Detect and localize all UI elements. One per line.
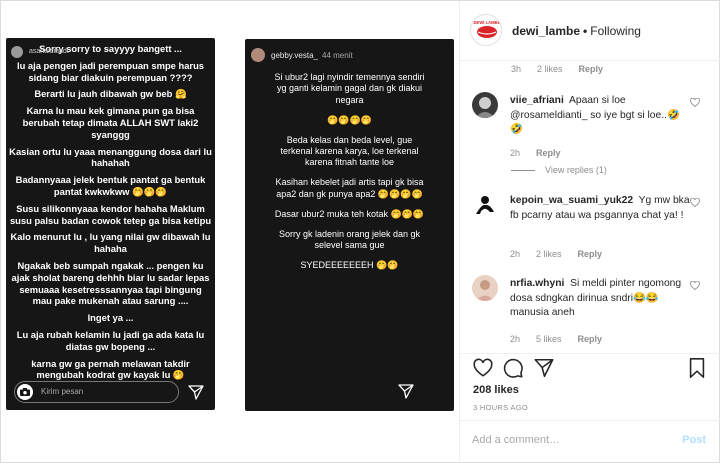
story-right-header: gebby.vesta_ 44 menit <box>251 47 448 65</box>
story-right-time: 44 menit <box>322 51 353 60</box>
post-comment-button[interactable]: Post <box>682 434 706 446</box>
post-owner-username[interactable]: dewi_lambe <box>512 24 580 38</box>
story-right-username-text: gebby.vesta_ <box>271 51 318 60</box>
reply-button[interactable]: Reply <box>578 334 603 344</box>
bookmark-icon[interactable] <box>688 357 706 379</box>
story-right-text: Si ubur2 lagi nyindir temennya sendiri y… <box>245 72 454 280</box>
reply-button[interactable]: Reply <box>578 249 603 259</box>
story-right-line: Dasar ubur2 muka teh kotak 🤭🤭🤭 <box>274 208 425 219</box>
view-replies-line <box>511 170 535 172</box>
story-left-line: Karna lu mau kek gimana pun ga bisa beru… <box>22 105 199 140</box>
story-reply-placeholder: Kirim pesan <box>41 387 84 396</box>
camera-icon <box>17 384 33 400</box>
story-right-username: gebby.vesta_ 44 menit <box>271 51 353 60</box>
story-left-line: Lu aja rubah kelamin lu jadi ga ada kata… <box>16 328 205 352</box>
reply-button[interactable]: Reply <box>579 64 604 74</box>
avatar-logo-text: DEWI LAMBE <box>474 20 501 25</box>
story-left-line: Kasian ortu lu yaaa menanggung dosa dari… <box>9 145 212 169</box>
story-left-text: Sorry sorry to sayyyy bangett ... lu aja… <box>6 43 215 386</box>
comment-username[interactable]: viie_afriani <box>510 95 564 106</box>
story-left-line: Kalo menurut lu , lu yang nilai gw dibaw… <box>10 231 211 255</box>
reply-button[interactable]: Reply <box>536 148 561 158</box>
story-right-line: Si ubur2 lagi nyindir temennya sendiri y… <box>274 72 425 105</box>
comment-item: viie_afriani Apaan si loe @rosameldianti… <box>472 92 712 182</box>
comment-icon[interactable] <box>502 357 524 379</box>
story-left-owner: asanaidiandt <box>11 43 71 63</box>
post-header: DEWI LAMBE dewi_lambe • Following <box>460 1 720 61</box>
profile-avatar[interactable]: DEWI LAMBE <box>470 14 502 46</box>
comment-body: kepoin_wa_suami_yuk22 Yg mw bka fb pcarn… <box>510 194 690 223</box>
comment-body: viie_afriani Apaan si loe @rosameldianti… <box>510 94 690 138</box>
comment-meta: 2h 2 likes Reply <box>510 249 618 259</box>
commenter-avatar[interactable] <box>472 275 498 301</box>
like-icon[interactable] <box>472 357 494 379</box>
story-left-line: karna gw ga pernah melawan takdir mengub… <box>31 357 190 381</box>
likes-count[interactable]: 208 likes <box>473 384 519 396</box>
story-left-line: lu aja pengen jadi perempuan smpe harus … <box>16 59 205 83</box>
comment-meta: 2h Reply <box>510 148 577 158</box>
post-time-ago: 3 HOURS AGO <box>473 403 528 412</box>
post-media: Sorry sorry to sayyyy bangett ... lu aja… <box>1 1 459 461</box>
commenter-avatar[interactable] <box>472 192 498 218</box>
header-separator: • <box>583 24 588 38</box>
view-replies[interactable]: View replies (1) <box>511 165 607 175</box>
comment-body: nrfia.whyni Si meldi pinter ngomong dosa… <box>510 277 690 321</box>
post-owner-line: dewi_lambe • Following <box>512 24 641 38</box>
story-reply-box: Kirim pesan <box>14 381 179 403</box>
comment-meta: 2h 5 likes Reply <box>510 334 618 344</box>
comment-username[interactable]: nrfia.whyni <box>510 278 564 289</box>
comment-time: 2h <box>510 148 521 158</box>
story-left-owner-name: asanaidiandt <box>29 48 69 55</box>
add-comment-bar: Post <box>460 420 720 461</box>
comment-like-icon[interactable] <box>690 98 700 107</box>
comments-list: 3h 2 likes Reply viie_afriani Apaan si loe… <box>460 62 720 352</box>
comment-likes[interactable]: 2 likes <box>537 64 563 74</box>
story-left-avatar <box>11 46 23 58</box>
send-icon <box>188 385 204 400</box>
commenter-avatar[interactable] <box>472 92 498 118</box>
view-replies-label: View replies (1) <box>545 165 607 175</box>
comment-time: 3h <box>511 64 522 74</box>
comment-username[interactable]: kepoin_wa_suami_yuk22 <box>510 195 633 206</box>
story-screenshot-right: gebby.vesta_ 44 menit Si ubur2 lagi nyind… <box>245 39 454 411</box>
comment-item: kepoin_wa_suami_yuk22 Yg mw bka fb pcarn… <box>472 192 712 262</box>
story-right-line: Kasihan kebelet jadi artis tapi gk bisa … <box>275 177 424 199</box>
story-screenshot-left: Sorry sorry to sayyyy bangett ... lu aja… <box>6 38 215 410</box>
send-icon <box>398 384 414 399</box>
story-left-line: Susu silikonnyaaa kendor hahaha Maklum s… <box>9 202 212 226</box>
comment-item: nrfia.whyni Si meldi pinter ngomong dosa… <box>472 275 712 350</box>
comment-like-icon[interactable] <box>690 198 700 207</box>
comment-time: 2h <box>510 249 521 259</box>
story-left-line: Ngakak beb sumpah ngakak ... pengen ku a… <box>11 259 210 307</box>
story-left-line: Berarti lu jauh dibawah gw beb 🤗 <box>34 88 187 100</box>
post-sidebar: DEWI LAMBE dewi_lambe • Following 3h 2 like… <box>459 1 720 461</box>
follow-status[interactable]: Following <box>590 24 641 38</box>
story-right-line: 🤭🤭🤭🤭 <box>327 114 372 125</box>
comment-likes[interactable]: 5 likes <box>536 334 562 344</box>
add-comment-input[interactable] <box>472 434 662 446</box>
story-right-line: Beda kelas dan beda level, gue terkenal … <box>280 134 419 168</box>
comment-time: 2h <box>510 334 521 344</box>
comment-meta: 3h 2 likes Reply <box>511 64 619 74</box>
comment-like-icon[interactable] <box>690 281 700 290</box>
story-right-avatar <box>251 48 265 62</box>
story-right-line: SYEDEEEEEEEH 🤭🤭 <box>300 259 399 270</box>
story-left-line: Inget ya ... <box>87 312 134 324</box>
comment-likes[interactable]: 2 likes <box>536 249 562 259</box>
story-left-line: Badannyaaa jelek bentuk pantat ga bentuk… <box>15 174 206 197</box>
share-icon[interactable] <box>533 357 555 379</box>
story-right-line: Sorry gk ladenin orang jelek dan gk sele… <box>278 228 421 250</box>
post-actions <box>460 353 720 383</box>
